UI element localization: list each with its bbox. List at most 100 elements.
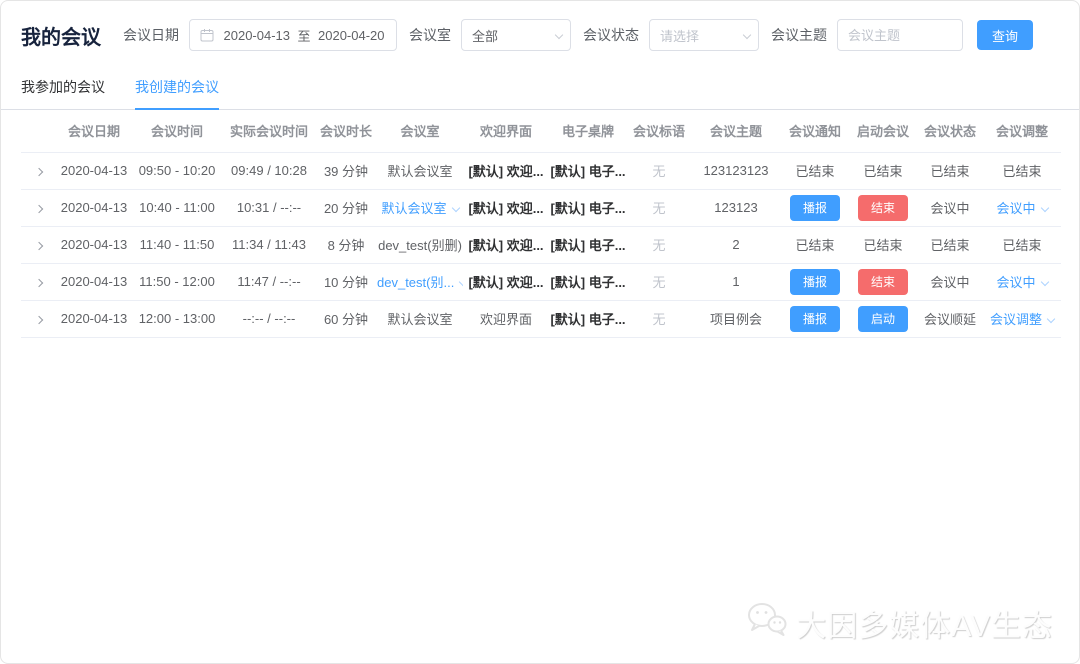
cell-actual-time: 11:34 / 11:43 bbox=[223, 226, 315, 263]
cell-status: 已结束 bbox=[917, 226, 983, 263]
cell-actual-time: 11:47 / --:-- bbox=[223, 263, 315, 300]
cell-topic: 1 bbox=[691, 263, 781, 300]
cell-actual-time: 10:31 / --:-- bbox=[223, 189, 315, 226]
cell-meeting-time: 10:40 - 11:00 bbox=[131, 189, 223, 226]
adjust-dropdown[interactable]: 会议中 bbox=[996, 275, 1035, 290]
room-select[interactable]: 全部 bbox=[461, 19, 571, 51]
cell-e-sign: [默认] 电子... bbox=[549, 226, 627, 263]
start-button-cell: 启动 bbox=[849, 300, 917, 337]
cell-slogan: 无 bbox=[627, 226, 691, 263]
cell-start: 已结束 bbox=[849, 152, 917, 189]
expand-row-cell bbox=[21, 152, 57, 189]
cell-meeting-date: 2020-04-13 bbox=[57, 226, 131, 263]
cell-status: 会议中 bbox=[917, 263, 983, 300]
cell-welcome-screen: [默认] 欢迎... bbox=[463, 263, 549, 300]
notify-button-cell: 播报 bbox=[781, 300, 849, 337]
cell-welcome-screen: [默认] 欢迎... bbox=[463, 189, 549, 226]
cell-adjust: 已结束 bbox=[983, 226, 1061, 263]
expand-row-icon[interactable] bbox=[35, 279, 43, 287]
column-header-5: 会议室 bbox=[377, 110, 463, 152]
start-button-cell: 结束 bbox=[849, 189, 917, 226]
column-header-4: 会议时长 bbox=[315, 110, 377, 152]
expand-row-cell bbox=[21, 226, 57, 263]
expand-row-cell bbox=[21, 263, 57, 300]
cell-adjust[interactable]: 会议调整 bbox=[983, 300, 1061, 337]
notify-button[interactable]: 播报 bbox=[790, 269, 840, 295]
watermark-text: 大因多媒体AV生态 bbox=[796, 601, 1053, 645]
cell-slogan: 无 bbox=[627, 152, 691, 189]
meetings-table: 会议日期会议时间实际会议时间会议时长会议室欢迎界面电子桌牌会议标语会议主题会议通… bbox=[21, 110, 1061, 338]
column-header-9: 会议主题 bbox=[691, 110, 781, 152]
cell-slogan: 无 bbox=[627, 300, 691, 337]
room-filter-label: 会议室 bbox=[409, 25, 451, 45]
cell-meeting-date: 2020-04-13 bbox=[57, 152, 131, 189]
expand-row-icon[interactable] bbox=[35, 168, 43, 176]
table-row: 2020-04-1311:50 - 12:0011:47 / --:--10 分… bbox=[21, 263, 1061, 300]
start-button[interactable]: 结束 bbox=[858, 195, 908, 221]
status-select-placeholder: 请选择 bbox=[660, 26, 699, 45]
cell-adjust: 已结束 bbox=[983, 152, 1061, 189]
expand-row-icon[interactable] bbox=[35, 316, 43, 324]
cell-welcome-screen: [默认] 欢迎... bbox=[463, 152, 549, 189]
cell-e-sign: [默认] 电子... bbox=[549, 263, 627, 300]
cell-meeting-date: 2020-04-13 bbox=[57, 189, 131, 226]
cell-welcome-screen: 欢迎界面 bbox=[463, 300, 549, 337]
cell-welcome-screen: [默认] 欢迎... bbox=[463, 226, 549, 263]
column-header-12: 会议状态 bbox=[917, 110, 983, 152]
status-select[interactable]: 请选择 bbox=[649, 19, 759, 51]
status-filter-label: 会议状态 bbox=[583, 25, 639, 45]
date-start-value[interactable]: 2020-04-13 bbox=[222, 28, 292, 43]
column-header-10: 会议通知 bbox=[781, 110, 849, 152]
room-select-value: 全部 bbox=[472, 26, 498, 45]
table-row: 2020-04-1309:50 - 10:2009:49 / 10:2839 分… bbox=[21, 152, 1061, 189]
watermark: 大因多媒体AV生态 bbox=[746, 601, 1053, 645]
cell-meeting-room: 默认会议室 bbox=[377, 152, 463, 189]
date-end-value[interactable]: 2020-04-20 bbox=[317, 28, 387, 43]
cell-status: 已结束 bbox=[917, 152, 983, 189]
cell-adjust[interactable]: 会议中 bbox=[983, 263, 1061, 300]
expand-row-icon[interactable] bbox=[35, 205, 43, 213]
cell-e-sign: [默认] 电子... bbox=[549, 300, 627, 337]
adjust-dropdown[interactable]: 会议中 bbox=[996, 201, 1035, 216]
table-row: 2020-04-1311:40 - 11:5011:34 / 11:438 分钟… bbox=[21, 226, 1061, 263]
cell-e-sign: [默认] 电子... bbox=[549, 189, 627, 226]
column-header-6: 欢迎界面 bbox=[463, 110, 549, 152]
cell-meeting-room[interactable]: dev_test(别... bbox=[377, 263, 463, 300]
meeting-management-page: 我的会议 会议日期 2020-04-13 至 2020-04-20 会议室 全部… bbox=[0, 0, 1080, 664]
chevron-down-icon bbox=[550, 32, 562, 38]
cell-topic: 2 bbox=[691, 226, 781, 263]
tab-meetings-i-attend[interactable]: 我参加的会议 bbox=[21, 69, 105, 109]
topic-input[interactable] bbox=[837, 19, 963, 51]
cell-meeting-room[interactable]: 默认会议室 bbox=[377, 189, 463, 226]
table-row: 2020-04-1312:00 - 13:00--:-- / --:--60 分… bbox=[21, 300, 1061, 337]
cell-meeting-date: 2020-04-13 bbox=[57, 300, 131, 337]
cell-actual-time: 09:49 / 10:28 bbox=[223, 152, 315, 189]
column-header-1: 会议日期 bbox=[57, 110, 131, 152]
start-button[interactable]: 启动 bbox=[858, 306, 908, 332]
cell-adjust[interactable]: 会议中 bbox=[983, 189, 1061, 226]
cell-notify: 已结束 bbox=[781, 152, 849, 189]
column-header-13: 会议调整 bbox=[983, 110, 1061, 152]
column-header-7: 电子桌牌 bbox=[549, 110, 627, 152]
start-button[interactable]: 结束 bbox=[858, 269, 908, 295]
start-button-cell: 结束 bbox=[849, 263, 917, 300]
cell-duration: 8 分钟 bbox=[315, 226, 377, 263]
notify-button-cell: 播报 bbox=[781, 263, 849, 300]
cell-duration: 60 分钟 bbox=[315, 300, 377, 337]
notify-button[interactable]: 播报 bbox=[790, 195, 840, 221]
wechat-icon bbox=[746, 601, 788, 645]
calendar-icon bbox=[200, 28, 214, 42]
column-header-3: 实际会议时间 bbox=[223, 110, 315, 152]
date-range-picker[interactable]: 2020-04-13 至 2020-04-20 bbox=[189, 19, 397, 51]
cell-topic: 123123 bbox=[691, 189, 781, 226]
search-button[interactable]: 查询 bbox=[977, 20, 1033, 50]
cell-meeting-time: 12:00 - 13:00 bbox=[131, 300, 223, 337]
column-header-11: 启动会议 bbox=[849, 110, 917, 152]
cell-meeting-room: 默认会议室 bbox=[377, 300, 463, 337]
cell-meeting-time: 09:50 - 10:20 bbox=[131, 152, 223, 189]
tab-meetings-i-created[interactable]: 我创建的会议 bbox=[135, 69, 219, 110]
cell-start: 已结束 bbox=[849, 226, 917, 263]
expand-row-icon[interactable] bbox=[35, 242, 43, 250]
adjust-dropdown[interactable]: 会议调整 bbox=[990, 312, 1042, 327]
notify-button[interactable]: 播报 bbox=[790, 306, 840, 332]
